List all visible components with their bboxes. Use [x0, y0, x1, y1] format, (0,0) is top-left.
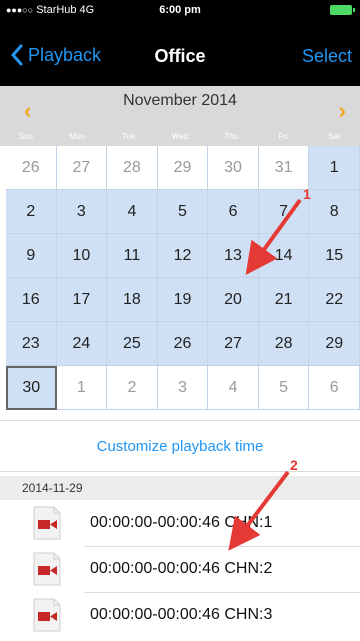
calendar-day-other[interactable]: 27 — [56, 146, 108, 190]
calendar-day-other[interactable]: 31 — [258, 146, 310, 190]
annotation-label-2: 2 — [290, 457, 298, 473]
calendar-day-current[interactable]: 5 — [157, 190, 209, 234]
calendar-day-current[interactable]: 11 — [107, 234, 158, 278]
recording-label: 00:00:00-00:00:46 CHN:1 — [90, 514, 273, 531]
calendar-day-other[interactable]: 3 — [157, 366, 209, 410]
calendar-day-other[interactable]: 26 — [6, 146, 57, 190]
calendar-day-other[interactable]: 28 — [107, 146, 158, 190]
calendar-day-selected[interactable]: 30 — [6, 366, 57, 410]
status-bar: ●●●○○ StarHub 4G 6:00 pm — [0, 0, 360, 20]
calendar-day-current[interactable]: 18 — [107, 278, 158, 322]
calendar-day-current[interactable]: 29 — [309, 322, 360, 366]
calendar-day-current[interactable]: 27 — [208, 322, 259, 366]
weekday-header-row: Sun Mon Tue Wed Thu Fri Sat — [0, 132, 360, 141]
calendar-day-current[interactable]: 26 — [157, 322, 209, 366]
calendar-day-current[interactable]: 14 — [258, 234, 310, 278]
video-file-icon — [33, 552, 61, 586]
weekday-label: Fri — [278, 132, 288, 141]
recording-label: 00:00:00-00:00:46 CHN:2 — [90, 560, 273, 577]
calendar-day-current[interactable]: 15 — [309, 234, 360, 278]
recording-item[interactable]: 00:00:00-00:00:46 CHN:3 — [0, 592, 360, 638]
select-button[interactable]: Select — [302, 46, 352, 67]
weekday-label: Wed — [171, 132, 189, 141]
calendar-day-other[interactable]: 29 — [157, 146, 209, 190]
calendar-day-current[interactable]: 22 — [309, 278, 360, 322]
weekday-label: Mon — [69, 132, 85, 141]
calendar-day-current[interactable]: 4 — [107, 190, 158, 234]
calendar-day-other[interactable]: 5 — [258, 366, 310, 410]
calendar-day-current[interactable]: 2 — [6, 190, 57, 234]
weekday-label: Sat — [328, 132, 341, 141]
calendar-day-current[interactable]: 6 — [208, 190, 259, 234]
calendar-day-other[interactable]: 4 — [208, 366, 259, 410]
calendar-day-current[interactable]: 23 — [6, 322, 57, 366]
calendar-day-current[interactable]: 20 — [208, 278, 259, 322]
weekday-label: Thu — [224, 132, 239, 141]
weekday-label: Sun — [18, 132, 33, 141]
status-time: 6:00 pm — [159, 4, 201, 16]
calendar-day-current[interactable]: 24 — [56, 322, 108, 366]
video-file-icon — [33, 598, 61, 632]
calendar-day-current[interactable]: 16 — [6, 278, 57, 322]
calendar-day-other[interactable]: 6 — [309, 366, 360, 410]
calendar-day-current[interactable]: 12 — [157, 234, 209, 278]
month-label: November 2014 — [123, 92, 237, 109]
calendar-day-other[interactable]: 2 — [107, 366, 158, 410]
calendar-day-current[interactable]: 19 — [157, 278, 209, 322]
calendar-day-current[interactable]: 3 — [56, 190, 108, 234]
weekday-label: Tue — [121, 132, 136, 141]
calendar-day-current[interactable]: 10 — [56, 234, 108, 278]
recordings-date-header: 2014-11-29 — [0, 476, 360, 500]
calendar-day-other[interactable]: 1 — [56, 366, 108, 410]
video-file-icon — [33, 506, 61, 540]
recording-item[interactable]: 00:00:00-00:00:46 CHN:1 — [0, 500, 360, 546]
calendar-day-current[interactable]: 1 — [309, 146, 360, 190]
calendar-day-current[interactable]: 25 — [107, 322, 158, 366]
next-month-icon[interactable]: › — [339, 98, 346, 124]
recording-item[interactable]: 00:00:00-00:00:46 CHN:2 — [0, 546, 360, 592]
navigation-bar: Playback Office Select — [0, 20, 360, 86]
customize-playback-time-button[interactable]: Customize playback time — [0, 420, 360, 472]
recording-label: 00:00:00-00:00:46 CHN:3 — [90, 606, 273, 623]
calendar-day-current[interactable]: 7 — [258, 190, 310, 234]
calendar-header: ‹ November 2014 › Sun Mon Tue Wed Thu Fri Sat — [0, 86, 360, 146]
calendar-day-current[interactable]: 28 — [258, 322, 310, 366]
calendar-day-current[interactable]: 8 — [309, 190, 360, 234]
calendar-day-other[interactable]: 30 — [208, 146, 259, 190]
calendar-day-current[interactable]: 13 — [208, 234, 259, 278]
calendar-day-current[interactable]: 17 — [56, 278, 108, 322]
annotation-label-1: 1 — [303, 186, 311, 202]
calendar-day-current[interactable]: 21 — [258, 278, 310, 322]
calendar-day-current[interactable]: 9 — [6, 234, 57, 278]
recordings-list: 00:00:00-00:00:46 CHN:1 00:00:00-00:00:46… — [0, 500, 360, 638]
battery-icon — [330, 5, 355, 15]
